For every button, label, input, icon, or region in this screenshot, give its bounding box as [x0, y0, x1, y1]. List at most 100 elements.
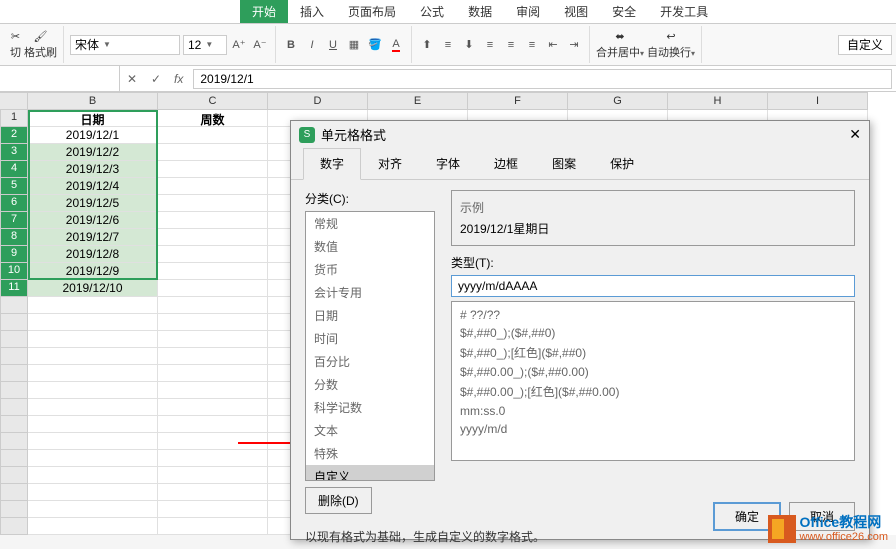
border-icon[interactable]: ▦ — [345, 36, 363, 54]
name-box[interactable] — [0, 66, 120, 91]
format-list[interactable]: # ??/??$#,##0_);($#,##0)$#,##0_);[红色]($#… — [451, 301, 855, 461]
category-list[interactable]: 常规数值货币会计专用日期时间百分比分数科学记数文本特殊自定义 — [305, 211, 435, 481]
col-head-I[interactable]: I — [768, 92, 868, 110]
cell-C5[interactable] — [158, 178, 268, 195]
col-head-H[interactable]: H — [668, 92, 768, 110]
cell-C21[interactable] — [158, 450, 268, 467]
format-item[interactable]: # ??/?? — [456, 306, 850, 324]
cell-B4[interactable]: 2019/12/3 — [28, 161, 158, 178]
cell-C25[interactable] — [158, 518, 268, 535]
cell-C19[interactable] — [158, 416, 268, 433]
cell-C3[interactable] — [158, 144, 268, 161]
cell-B20[interactable] — [28, 433, 158, 450]
tab-review[interactable]: 审阅 — [504, 0, 552, 23]
tab-formula[interactable]: 公式 — [408, 0, 456, 23]
fx-icon[interactable]: fx — [168, 72, 189, 86]
cell-B5[interactable]: 2019/12/4 — [28, 178, 158, 195]
row-head-22[interactable] — [0, 467, 28, 484]
row-head-23[interactable] — [0, 484, 28, 501]
cell-B6[interactable]: 2019/12/5 — [28, 195, 158, 212]
category-item[interactable]: 常规 — [306, 212, 434, 235]
format-item[interactable]: yyyy/m/d — [456, 420, 850, 438]
row-head-5[interactable]: 5 — [0, 178, 28, 195]
row-head-17[interactable] — [0, 382, 28, 399]
cell-B13[interactable] — [28, 314, 158, 331]
col-head-G[interactable]: G — [568, 92, 668, 110]
cell-C16[interactable] — [158, 365, 268, 382]
cell-B16[interactable] — [28, 365, 158, 382]
cell-C18[interactable] — [158, 399, 268, 416]
row-head-1[interactable]: 1 — [0, 110, 28, 127]
fill-color-icon[interactable]: 🪣 — [366, 36, 384, 54]
format-item[interactable]: mm:ss.0 — [456, 402, 850, 420]
cell-C17[interactable] — [158, 382, 268, 399]
cell-B18[interactable] — [28, 399, 158, 416]
row-head-20[interactable] — [0, 433, 28, 450]
cell-B15[interactable] — [28, 348, 158, 365]
row-head-19[interactable] — [0, 416, 28, 433]
category-item[interactable]: 科学记数 — [306, 396, 434, 419]
align-center-icon[interactable]: ≡ — [502, 36, 520, 54]
merge-center-button[interactable]: ⬌ 合并居中▾ — [596, 30, 644, 60]
cell-C9[interactable] — [158, 246, 268, 263]
cell-B21[interactable] — [28, 450, 158, 467]
dialog-tab-protect[interactable]: 保护 — [593, 148, 651, 179]
tab-dev[interactable]: 开发工具 — [648, 0, 720, 23]
cell-B8[interactable]: 2019/12/7 — [28, 229, 158, 246]
cell-C1[interactable]: 周数 — [158, 110, 268, 127]
bold-icon[interactable]: B — [282, 36, 300, 54]
confirm-entry-icon[interactable]: ✓ — [144, 72, 168, 86]
wrap-text-button[interactable]: ↩ 自动换行▾ — [647, 30, 695, 60]
row-head-10[interactable]: 10 — [0, 263, 28, 280]
category-item[interactable]: 货币 — [306, 258, 434, 281]
row-head-15[interactable] — [0, 348, 28, 365]
row-head-14[interactable] — [0, 331, 28, 348]
col-head-F[interactable]: F — [468, 92, 568, 110]
delete-button[interactable]: 删除(D) — [305, 487, 372, 514]
category-item[interactable]: 时间 — [306, 327, 434, 350]
row-head-9[interactable]: 9 — [0, 246, 28, 263]
cell-B19[interactable] — [28, 416, 158, 433]
align-left-icon[interactable]: ≡ — [481, 36, 499, 54]
dialog-tab-font[interactable]: 字体 — [419, 148, 477, 179]
cell-C24[interactable] — [158, 501, 268, 518]
cell-B12[interactable] — [28, 297, 158, 314]
category-item[interactable]: 自定义 — [306, 465, 434, 481]
cell-C22[interactable] — [158, 467, 268, 484]
cell-B25[interactable] — [28, 518, 158, 535]
format-painter-button[interactable]: 🖌 格式刷 — [24, 30, 57, 60]
row-head-2[interactable]: 2 — [0, 127, 28, 144]
category-item[interactable]: 分数 — [306, 373, 434, 396]
align-right-icon[interactable]: ≡ — [523, 36, 541, 54]
format-item[interactable]: $#,##0_);($#,##0) — [456, 324, 850, 342]
formula-input[interactable]: 2019/12/1 — [193, 69, 892, 89]
cell-B7[interactable]: 2019/12/6 — [28, 212, 158, 229]
indent-increase-icon[interactable]: ⇥ — [565, 36, 583, 54]
col-head-B[interactable]: B — [28, 92, 158, 110]
cell-C14[interactable] — [158, 331, 268, 348]
cut-button[interactable]: ✂ 切 — [10, 30, 21, 60]
tab-view[interactable]: 视图 — [552, 0, 600, 23]
cell-C20[interactable] — [158, 433, 268, 450]
font-size-combo[interactable]: 12▼ — [183, 35, 227, 55]
number-format-combo[interactable]: 自定义 — [838, 35, 892, 55]
indent-decrease-icon[interactable]: ⇤ — [544, 36, 562, 54]
cell-C10[interactable] — [158, 263, 268, 280]
row-head-13[interactable] — [0, 314, 28, 331]
align-middle-icon[interactable]: ≡ — [439, 36, 457, 54]
dialog-tab-border[interactable]: 边框 — [477, 148, 535, 179]
cell-B23[interactable] — [28, 484, 158, 501]
cell-B22[interactable] — [28, 467, 158, 484]
select-all-cell[interactable] — [0, 92, 28, 110]
cell-C23[interactable] — [158, 484, 268, 501]
cancel-entry-icon[interactable]: ✕ — [120, 72, 144, 86]
cell-C6[interactable] — [158, 195, 268, 212]
cell-C2[interactable] — [158, 127, 268, 144]
row-head-7[interactable]: 7 — [0, 212, 28, 229]
cell-C7[interactable] — [158, 212, 268, 229]
row-head-12[interactable] — [0, 297, 28, 314]
row-head-25[interactable] — [0, 518, 28, 535]
row-head-4[interactable]: 4 — [0, 161, 28, 178]
row-head-11[interactable]: 11 — [0, 280, 28, 297]
dialog-tab-number[interactable]: 数字 — [303, 148, 361, 180]
